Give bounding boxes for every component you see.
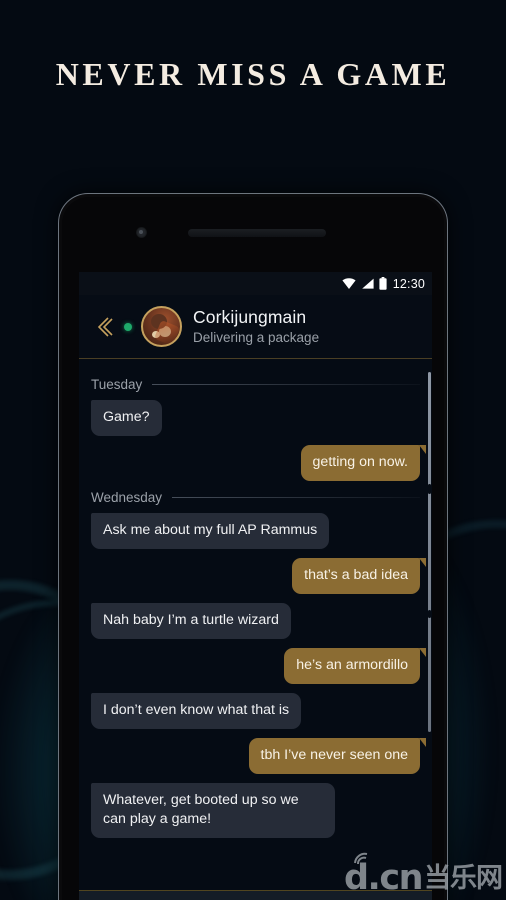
- scrollbar-gap: [428, 484, 431, 494]
- promo-screen: NEVER MISS A GAME 12:30 Corkijungmain De…: [0, 0, 506, 900]
- message-bubble-incoming[interactable]: I don’t even know what that is: [91, 693, 302, 729]
- message-row: getting on now.: [91, 445, 427, 481]
- online-status-dot: [124, 322, 132, 331]
- day-separator: Tuesday: [91, 377, 420, 392]
- chat-header-text: Corkijungmain Delivering a package: [193, 307, 319, 346]
- message-bubble-outgoing[interactable]: tbh I’ve never seen one: [248, 738, 426, 774]
- message-bubble-outgoing[interactable]: he’s an armordillo: [284, 648, 426, 684]
- day-separator: Wednesday: [91, 490, 420, 505]
- message-row: Nah baby I’m a turtle wizard: [91, 603, 420, 639]
- earpiece-speaker: [188, 229, 326, 237]
- status-bar: 12:30: [79, 272, 432, 295]
- message-bubble-incoming[interactable]: Nah baby I’m a turtle wizard: [91, 603, 291, 639]
- wifi-icon: [342, 278, 356, 289]
- signal-icon: [361, 278, 374, 289]
- scrollbar[interactable]: [428, 372, 431, 732]
- phone-screen: 12:30 Corkijungmain Delivering a package…: [79, 272, 432, 900]
- avatar[interactable]: [141, 306, 182, 347]
- message-list[interactable]: Tuesday Game? getting on now. Wednesday: [79, 359, 432, 890]
- scrollbar-gap: [428, 610, 431, 618]
- battery-icon: [379, 277, 387, 290]
- contact-status: Delivering a package: [193, 330, 320, 345]
- chat-header: Corkijungmain Delivering a package: [79, 295, 432, 359]
- phone-mockup: 12:30 Corkijungmain Delivering a package…: [58, 193, 448, 900]
- message-bubble-incoming[interactable]: Ask me about my full AP Rammus: [91, 513, 330, 549]
- back-icon[interactable]: [91, 312, 117, 342]
- message-row: Whatever, get booted up so we can play a…: [91, 783, 420, 838]
- day-separator-line: [152, 384, 420, 385]
- message-bubble-incoming[interactable]: Game?: [91, 400, 162, 436]
- message-row: Game?: [91, 400, 420, 436]
- message-row: he’s an armordillo: [91, 648, 426, 684]
- message-row: tbh I’ve never seen one: [91, 738, 426, 774]
- message-row: that’s a bad idea: [91, 558, 426, 594]
- message-input-bar[interactable]: Type your message...: [79, 890, 432, 900]
- phone-top-bezel: [62, 197, 444, 272]
- front-camera-icon: [136, 227, 147, 238]
- phone-body: 12:30 Corkijungmain Delivering a package…: [62, 197, 444, 900]
- message-row: I don’t even know what that is: [91, 693, 420, 729]
- message-bubble-outgoing[interactable]: getting on now.: [300, 445, 427, 481]
- day-separator-label: Wednesday: [91, 490, 163, 505]
- status-clock: 12:30: [392, 276, 425, 291]
- contact-name: Corkijungmain: [193, 307, 307, 327]
- day-separator-line: [172, 497, 420, 498]
- day-separator-label: Tuesday: [91, 377, 143, 392]
- message-bubble-incoming[interactable]: Whatever, get booted up so we can play a…: [91, 783, 335, 838]
- message-row: Ask me about my full AP Rammus: [91, 513, 420, 549]
- message-bubble-outgoing[interactable]: that’s a bad idea: [292, 558, 426, 594]
- page-title: NEVER MISS A GAME: [55, 56, 451, 92]
